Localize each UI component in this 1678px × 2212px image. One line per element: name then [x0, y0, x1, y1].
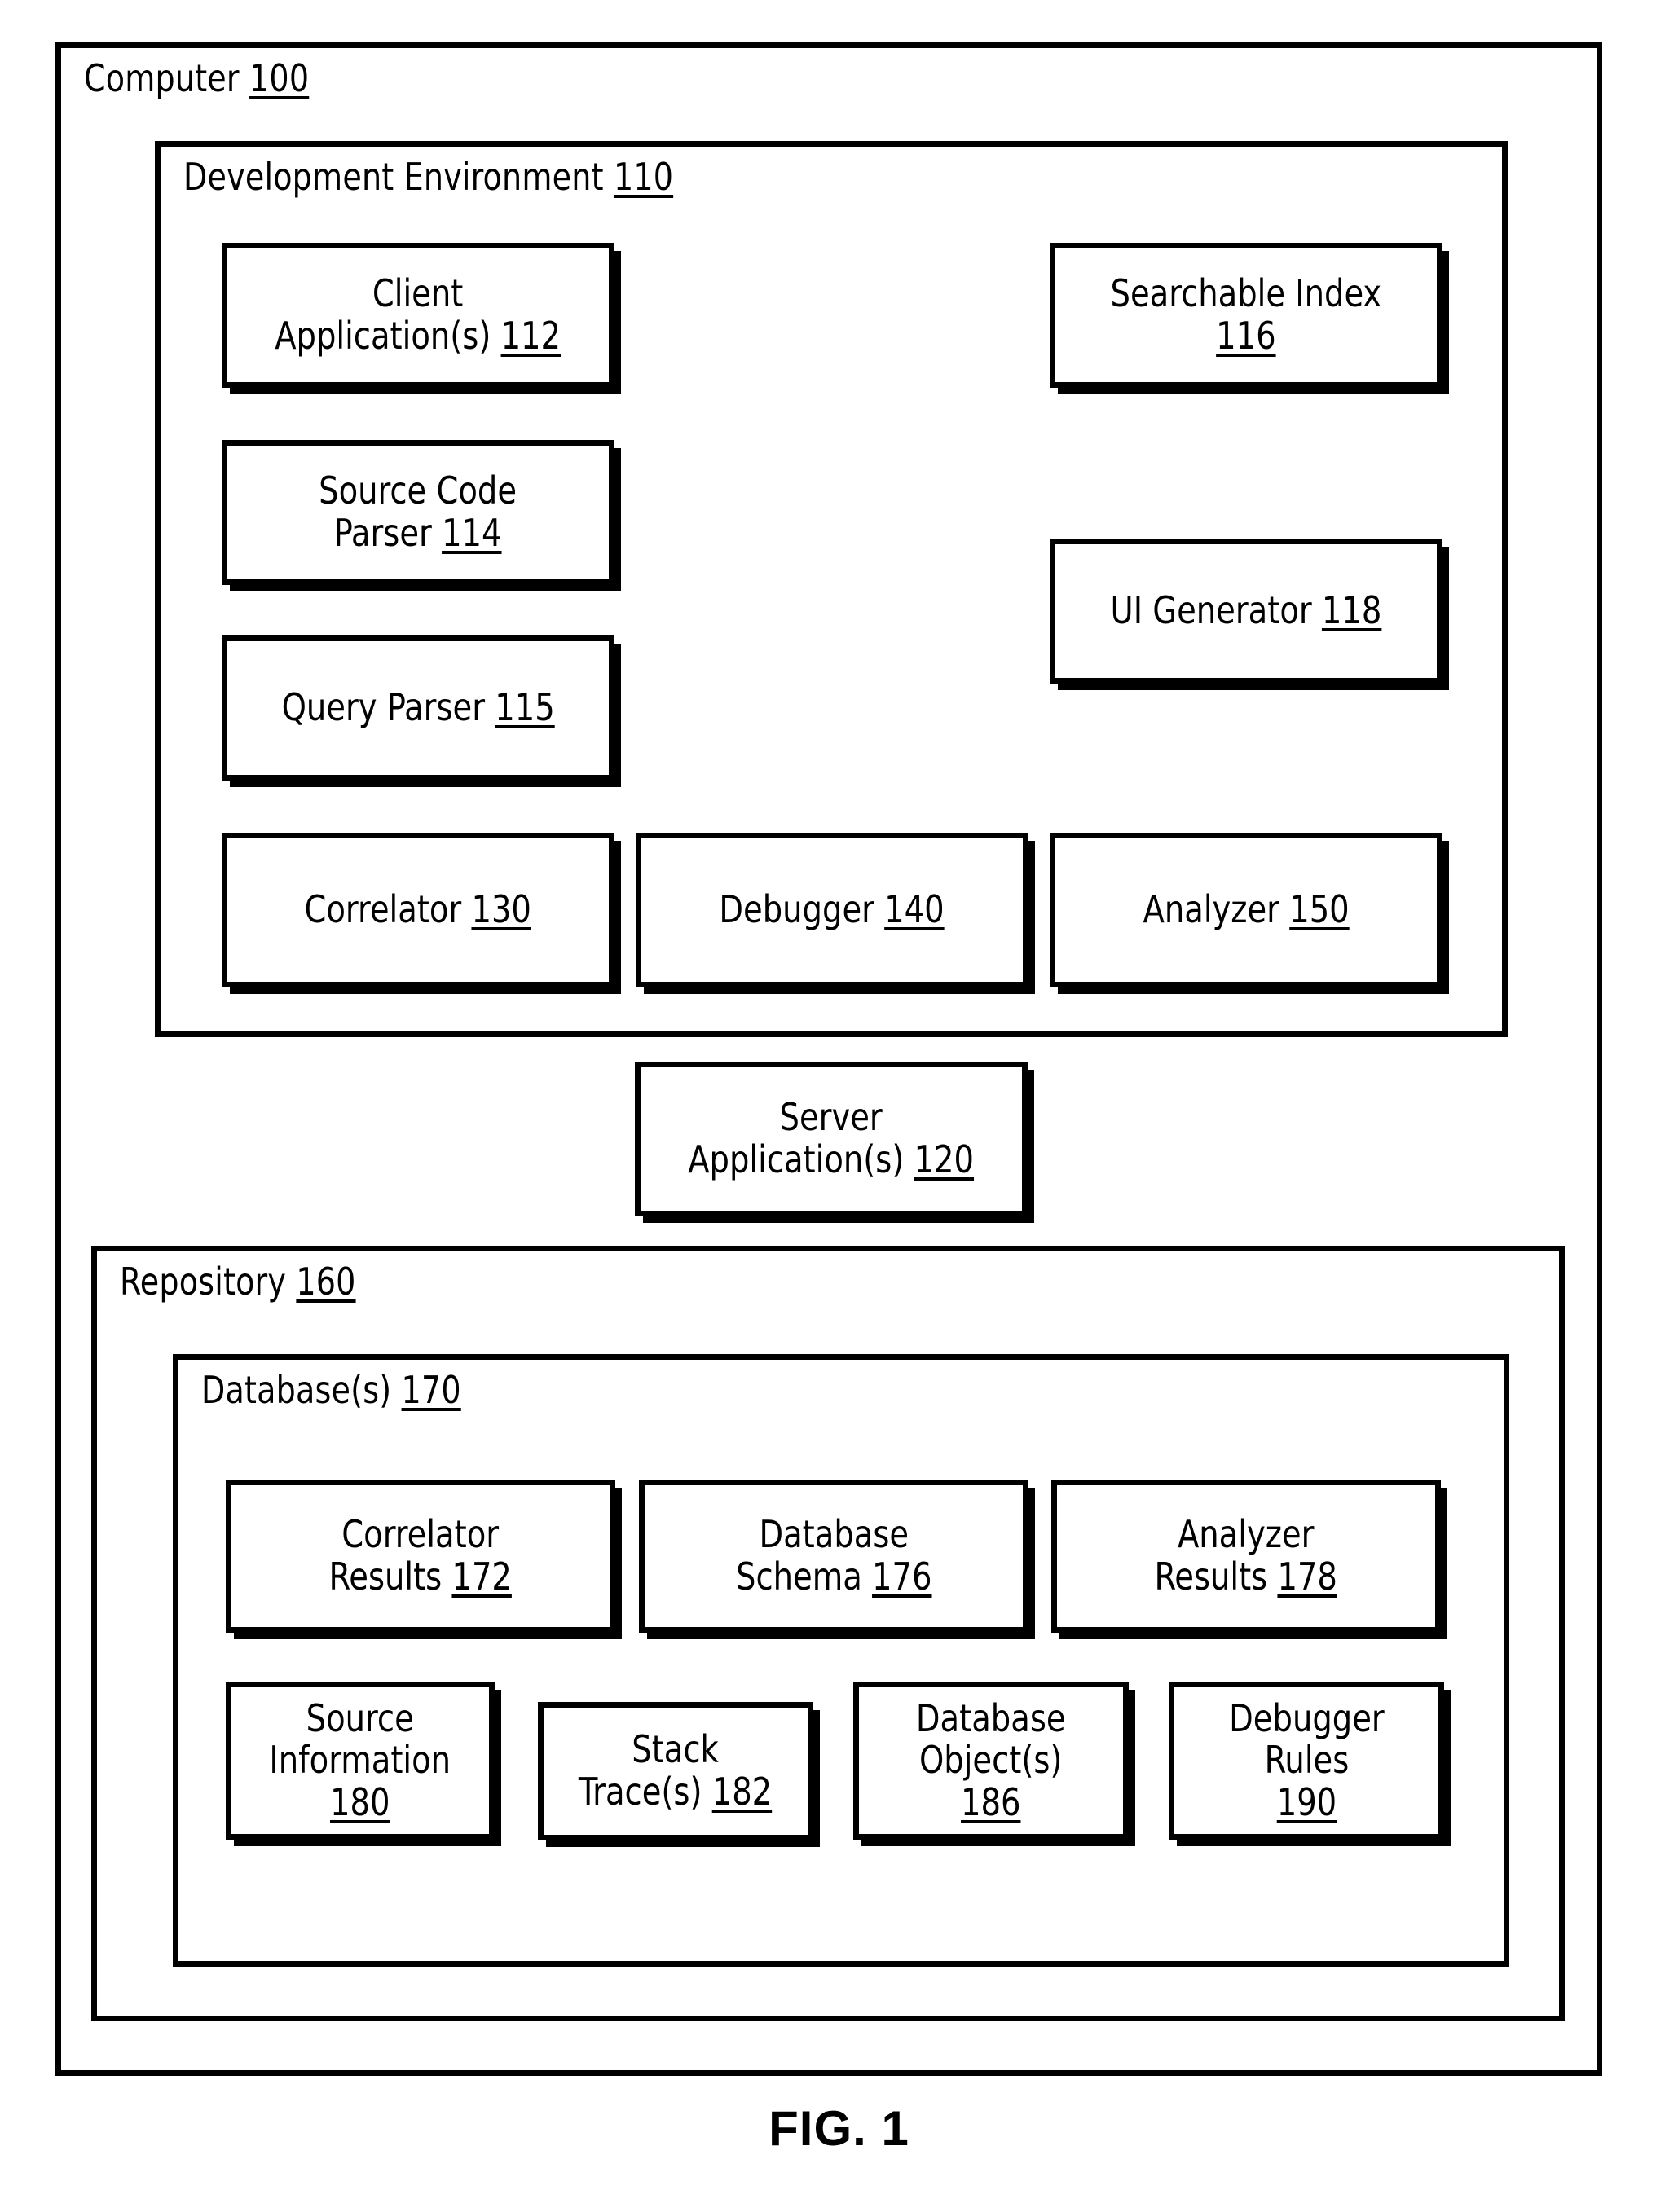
node-line: Database: [916, 1695, 1066, 1740]
region-label-computer: Computer 100: [84, 59, 309, 97]
node-label: Database Object(s) 186: [912, 1695, 1071, 1824]
node-label: Correlator Results 172: [324, 1514, 517, 1598]
node-label: Source Code Parser 114: [315, 470, 522, 554]
node-line: Searchable Index: [1110, 271, 1382, 316]
node-line: Application(s): [688, 1137, 905, 1181]
node-line: Information: [269, 1738, 451, 1783]
node-label: Debugger 140: [715, 887, 949, 932]
reference-numeral: 140: [884, 887, 945, 932]
region-label-repository: Repository 160: [120, 1263, 356, 1300]
reference-numeral: 115: [495, 685, 555, 730]
reference-numeral: 186: [961, 1779, 1021, 1824]
node-line: Source: [306, 1695, 415, 1740]
reference-numeral: 160: [296, 1260, 356, 1304]
node-line: Debugger: [719, 887, 875, 932]
node-line: Correlator: [304, 887, 462, 932]
reference-numeral: 130: [471, 887, 532, 932]
node-line: Parser: [334, 511, 433, 555]
node-label: Stack Trace(s) 182: [575, 1729, 777, 1813]
node-query-parser: Query Parser 115: [222, 635, 614, 781]
node-line: Client: [372, 271, 464, 316]
node-line: Application(s): [275, 314, 491, 358]
reference-numeral: 180: [330, 1779, 390, 1824]
node-label: Searchable Index 116: [1106, 273, 1386, 357]
reference-numeral: 118: [1321, 588, 1382, 633]
reference-numeral: 170: [401, 1368, 461, 1412]
node-line: Results: [328, 1555, 443, 1599]
reference-numeral: 150: [1289, 887, 1350, 932]
node-line: Object(s): [919, 1738, 1063, 1783]
reference-numeral: 176: [871, 1555, 932, 1599]
node-debugger-rules: Debugger Rules 190: [1169, 1682, 1444, 1840]
node-label: Database Schema 176: [731, 1514, 936, 1598]
node-line: Analyzer: [1178, 1512, 1315, 1557]
node-line: Schema: [735, 1555, 862, 1599]
node-stack-traces: Stack Trace(s) 182: [538, 1702, 813, 1840]
node-line: Stack: [632, 1727, 720, 1772]
node-line: Debugger: [1228, 1695, 1385, 1740]
node-line: Source Code: [319, 468, 517, 513]
node-line: Correlator: [341, 1512, 500, 1557]
node-line: Database: [759, 1512, 909, 1557]
region-label-development-environment: Development Environment 110: [183, 158, 673, 196]
reference-numeral: 182: [712, 1770, 773, 1814]
patent-figure: Computer 100 Development Environment 110 R…: [0, 0, 1678, 2212]
node-ui-generator: UI Generator 118: [1050, 539, 1442, 684]
region-databases: Database(s) 170: [173, 1354, 1509, 1967]
region-title: Repository: [120, 1260, 287, 1304]
node-label: Client Application(s) 112: [271, 273, 566, 357]
node-server-applications: Server Application(s) 120: [635, 1062, 1028, 1216]
region-title: Database(s): [201, 1368, 392, 1412]
node-line: Analyzer: [1143, 887, 1279, 932]
reference-numeral: 172: [451, 1555, 513, 1599]
node-line: Query Parser: [281, 685, 485, 730]
node-analyzer-results: Analyzer Results 178: [1051, 1480, 1441, 1633]
node-label: UI Generator 118: [1106, 588, 1386, 633]
node-label: Correlator 130: [300, 887, 536, 932]
reference-numeral: 120: [914, 1137, 975, 1181]
reference-numeral: 112: [500, 314, 562, 358]
node-line: Server: [779, 1095, 883, 1140]
node-line: Trace(s): [579, 1770, 702, 1814]
node-correlator: Correlator 130: [222, 833, 614, 987]
node-source-code-parser: Source Code Parser 114: [222, 440, 614, 585]
node-label: Query Parser 115: [277, 685, 559, 730]
node-source-information: Source Information 180: [226, 1682, 495, 1840]
figure-caption: FIG. 1: [769, 2101, 909, 2156]
node-database-schema: Database Schema 176: [639, 1480, 1028, 1633]
node-label: Source Information 180: [265, 1695, 456, 1824]
region-title: Computer: [84, 56, 240, 100]
node-label: Analyzer Results 178: [1150, 1514, 1342, 1598]
reference-numeral: 116: [1216, 314, 1276, 358]
reference-numeral: 100: [249, 56, 310, 100]
node-label: Server Application(s) 120: [684, 1097, 979, 1181]
node-client-applications: Client Application(s) 112: [222, 243, 614, 388]
reference-numeral: 190: [1276, 1779, 1337, 1824]
reference-numeral: 110: [613, 155, 674, 199]
node-searchable-index: Searchable Index 116: [1050, 243, 1442, 388]
node-label: Analyzer 150: [1138, 887, 1354, 932]
node-debugger: Debugger 140: [636, 833, 1028, 987]
region-label-databases: Database(s) 170: [201, 1371, 461, 1409]
node-correlator-results: Correlator Results 172: [226, 1480, 615, 1633]
reference-numeral: 178: [1277, 1555, 1338, 1599]
node-database-objects: Database Object(s) 186: [853, 1682, 1129, 1840]
node-line: Results: [1154, 1555, 1268, 1599]
region-title: Development Environment: [183, 155, 604, 199]
node-analyzer: Analyzer 150: [1050, 833, 1442, 987]
node-line: UI Generator: [1110, 588, 1312, 633]
node-line: Rules: [1264, 1738, 1349, 1783]
reference-numeral: 114: [442, 511, 502, 555]
node-label: Debugger Rules 190: [1224, 1695, 1389, 1824]
